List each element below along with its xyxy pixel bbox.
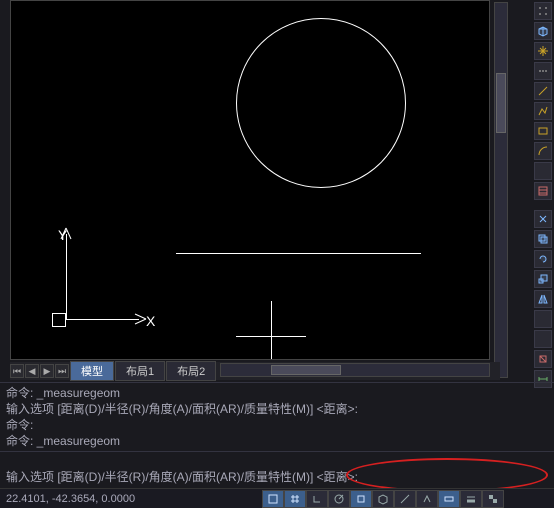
tab-nav-next[interactable]: ▶ — [40, 364, 54, 378]
prev-icon: ◀ — [29, 366, 36, 377]
extend-icon[interactable] — [534, 330, 552, 348]
crosshair-vertical — [271, 301, 272, 360]
right-toolbar — [516, 2, 552, 388]
rotate-icon[interactable] — [534, 250, 552, 268]
command-prompt-label: 输入选项 [距离(D)/半径(R)/角度(A)/面积(AR)/质量特性(M)] … — [6, 468, 358, 486]
ucs-y-label: Y — [58, 227, 67, 243]
ucs-origin-box — [52, 313, 66, 327]
crosshair-horizontal — [236, 336, 306, 337]
tab-nav-last[interactable]: ⏭ — [55, 364, 69, 378]
drawing-circle — [236, 18, 406, 188]
tab-nav-first[interactable]: ⏮ — [10, 364, 24, 378]
vertical-scrollbar[interactable] — [494, 2, 508, 378]
scale-icon[interactable] — [534, 270, 552, 288]
line-icon[interactable] — [534, 82, 552, 100]
transparency-button[interactable] — [482, 490, 504, 508]
next-icon: ▶ — [44, 366, 51, 377]
command-history-line: 命令: — [6, 417, 548, 433]
horizontal-scrollbar-thumb[interactable] — [271, 365, 341, 375]
rectangle-icon[interactable] — [534, 122, 552, 140]
last-icon: ⏭ — [58, 366, 66, 377]
pan-icon[interactable] — [534, 42, 552, 60]
coordinates-display[interactable]: 22.4101, -42.3654, 0.0000 — [0, 493, 141, 505]
arc-icon[interactable] — [534, 142, 552, 160]
copy-icon[interactable] — [534, 230, 552, 248]
tab-label: 布局1 — [126, 366, 154, 378]
command-history-line: 输入选项 [距离(D)/半径(R)/角度(A)/面积(AR)/质量特性(M)] … — [6, 401, 548, 417]
polyline-icon[interactable] — [534, 102, 552, 120]
tab-label: 布局2 — [177, 366, 205, 378]
grid-button[interactable] — [284, 490, 306, 508]
polar-button[interactable] — [328, 490, 350, 508]
ucs-x-axis — [66, 319, 139, 320]
horizontal-scrollbar[interactable] — [220, 363, 490, 377]
command-history-line: 命令: _measuregeom — [6, 433, 548, 449]
trim-icon[interactable] — [534, 310, 552, 328]
drawing-line — [176, 253, 421, 254]
tab-layout1[interactable]: 布局1 — [115, 361, 165, 381]
command-input[interactable] — [358, 470, 388, 484]
otrack-button[interactable] — [394, 490, 416, 508]
first-icon: ⏮ — [13, 366, 21, 377]
toolbar-grip-2[interactable] — [534, 62, 552, 80]
drafting-settings — [262, 490, 504, 508]
tab-model[interactable]: 模型 — [70, 361, 114, 381]
snap-mode-button[interactable] — [262, 490, 284, 508]
command-prompt: 输入选项 [距离(D)/半径(R)/角度(A)/面积(AR)/质量特性(M)] … — [0, 464, 554, 486]
ucs-y-axis — [66, 234, 67, 319]
command-history: 命令: _measuregeom 输入选项 [距离(D)/半径(R)/角度(A)… — [0, 382, 554, 452]
mirror-icon[interactable] — [534, 290, 552, 308]
status-bar: 22.4101, -42.3654, 0.0000 — [0, 488, 554, 508]
ucs-x-label: X — [146, 313, 155, 329]
osnap3d-button[interactable] — [372, 490, 394, 508]
osnap-button[interactable] — [350, 490, 372, 508]
tab-layout2[interactable]: 布局2 — [166, 361, 216, 381]
command-history-line: 命令: _measuregeom — [6, 385, 548, 401]
ducs-button[interactable] — [416, 490, 438, 508]
hatch-icon[interactable] — [534, 182, 552, 200]
viewcube-icon[interactable] — [534, 22, 552, 40]
toolbar-grip[interactable] — [534, 2, 552, 20]
drawing-area[interactable]: Y X — [10, 0, 490, 360]
erase-icon[interactable] — [534, 350, 552, 368]
ortho-button[interactable] — [306, 490, 328, 508]
tab-nav-prev[interactable]: ◀ — [25, 364, 39, 378]
circle-icon[interactable] — [534, 162, 552, 180]
dyn-input-button[interactable] — [438, 490, 460, 508]
move-icon[interactable] — [534, 210, 552, 228]
lineweight-button[interactable] — [460, 490, 482, 508]
tab-label: 模型 — [81, 366, 103, 378]
vertical-scrollbar-thumb[interactable] — [496, 73, 506, 133]
